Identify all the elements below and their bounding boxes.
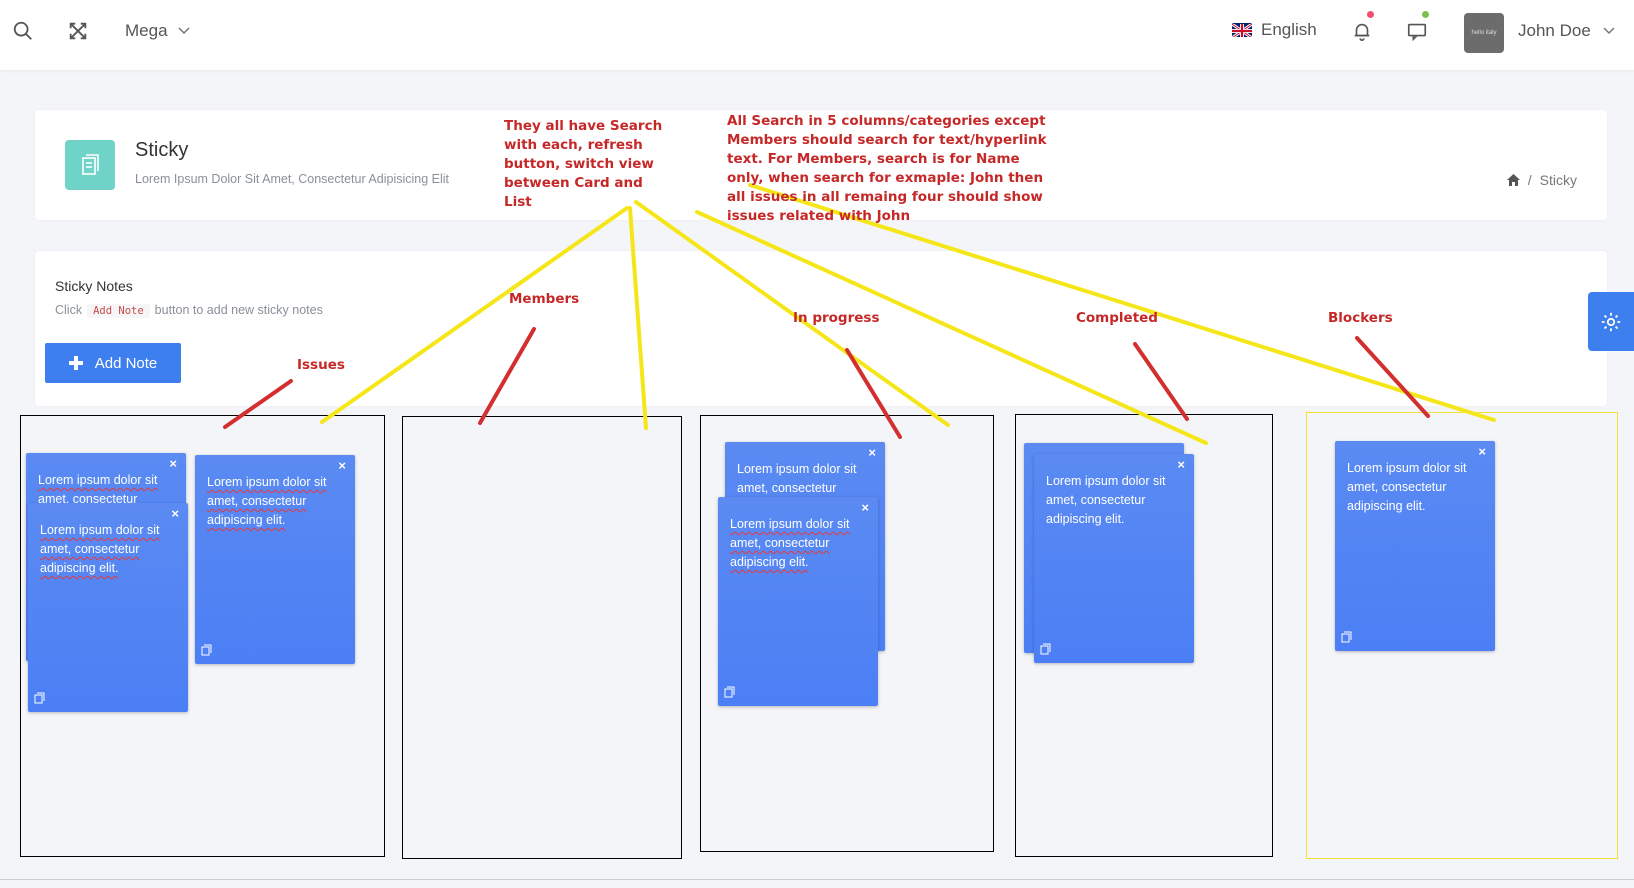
annotation-completed: Completed [1076, 310, 1158, 326]
close-icon[interactable]: × [171, 506, 179, 521]
fullscreen-icon[interactable] [67, 20, 89, 42]
close-icon[interactable]: × [1478, 444, 1486, 459]
add-note-button[interactable]: Add Note [45, 343, 181, 383]
uk-flag-icon [1232, 23, 1252, 37]
page-title: Sticky [135, 139, 189, 161]
add-note-label: Add Note [94, 354, 158, 372]
sticky-note[interactable]: × Lorem ipsum dolor sit amet, consectetu… [195, 455, 355, 664]
avatar[interactable]: hello italy [1464, 13, 1504, 53]
top-navbar: Mega English hello italy John Doe [0, 0, 1634, 70]
close-icon[interactable]: × [169, 456, 177, 471]
annotation-shared-features: They all have Search with each, refresh … [504, 118, 663, 210]
language-label: English [1261, 20, 1317, 39]
breadcrumb-separator: / [1527, 172, 1532, 188]
notification-dot [1367, 11, 1374, 18]
copy-icon[interactable] [34, 692, 46, 704]
note-text: Lorem ipsum dolor sit amet, consectetur … [1046, 474, 1166, 526]
sticky-notes-panel: Sticky Notes Click Add Note button to add … [35, 251, 1607, 406]
sticky-note[interactable]: × Lorem ipsum dolor sit amet, consectetu… [718, 497, 878, 706]
page-subtitle: Lorem Ipsum Dolor Sit Amet, Consectetur … [135, 172, 450, 186]
home-icon[interactable] [1506, 174, 1520, 186]
annotation-in-progress: In progress [793, 310, 880, 326]
notes-icon [82, 154, 99, 175]
close-icon[interactable]: × [1177, 457, 1185, 472]
sticky-note[interactable]: × Lorem ipsum dolor sit amet, consectetu… [1034, 454, 1194, 663]
annotation-search-rules: All Search in 5 columns/categories excep… [727, 113, 1047, 224]
panel-title: Sticky Notes [55, 278, 133, 294]
close-icon[interactable]: × [861, 500, 869, 515]
panel-help-text: Click Add Note button to add new sticky no… [55, 303, 323, 318]
sticky-note[interactable]: × Lorem ipsum dolor sit amet, consectetu… [1335, 441, 1495, 651]
column-members [402, 416, 682, 859]
breadcrumb-current: Sticky [1539, 172, 1577, 188]
copy-icon[interactable] [201, 644, 213, 656]
chevron-down-icon [1603, 27, 1615, 35]
user-name: John Doe [1518, 21, 1591, 40]
copy-icon[interactable] [724, 686, 736, 698]
help-code: Add Note [87, 304, 150, 318]
note-text: Lorem ipsum dolor sit amet, consectetur … [207, 475, 327, 527]
copy-icon[interactable] [1341, 631, 1353, 643]
message-dot [1422, 11, 1429, 18]
annotation-issues: Issues [297, 357, 345, 373]
chevron-down-icon [178, 27, 190, 35]
help-suffix: button to add new sticky notes [154, 303, 323, 317]
bell-icon[interactable] [1351, 20, 1373, 42]
search-icon[interactable] [12, 20, 34, 42]
user-menu[interactable]: John Doe [1518, 21, 1615, 41]
note-text: Lorem ipsum dolor sit amet, consectetur … [1347, 461, 1467, 513]
gear-icon [1601, 312, 1621, 331]
page-icon [65, 140, 115, 190]
copy-icon[interactable] [1040, 643, 1052, 655]
plus-icon [68, 356, 83, 370]
chat-icon[interactable] [1406, 20, 1428, 42]
help-prefix: Click [55, 303, 83, 317]
annotation-members: Members [509, 291, 580, 307]
note-text: Lorem ipsum dolor sit amet, consectetur … [730, 517, 850, 569]
close-icon[interactable]: × [338, 458, 346, 473]
annotation-blockers: Blockers [1328, 310, 1393, 326]
avatar-text: hello italy [1471, 30, 1497, 36]
mega-menu-dropdown[interactable]: Mega [125, 21, 190, 41]
note-text: Lorem ipsum dolor sit amet, consectetur … [40, 523, 160, 575]
sticky-note[interactable]: × Lorem ipsum dolor sit amet, consectetu… [28, 503, 188, 712]
language-selector[interactable]: English [1232, 20, 1317, 40]
note-text: Lorem ipsum dolor sit amet, consectetur [737, 462, 857, 495]
settings-tab[interactable] [1588, 292, 1634, 351]
divider [0, 879, 1634, 880]
mega-menu-label: Mega [125, 21, 168, 40]
close-icon[interactable]: × [868, 445, 876, 460]
breadcrumb: / Sticky [1506, 172, 1577, 188]
